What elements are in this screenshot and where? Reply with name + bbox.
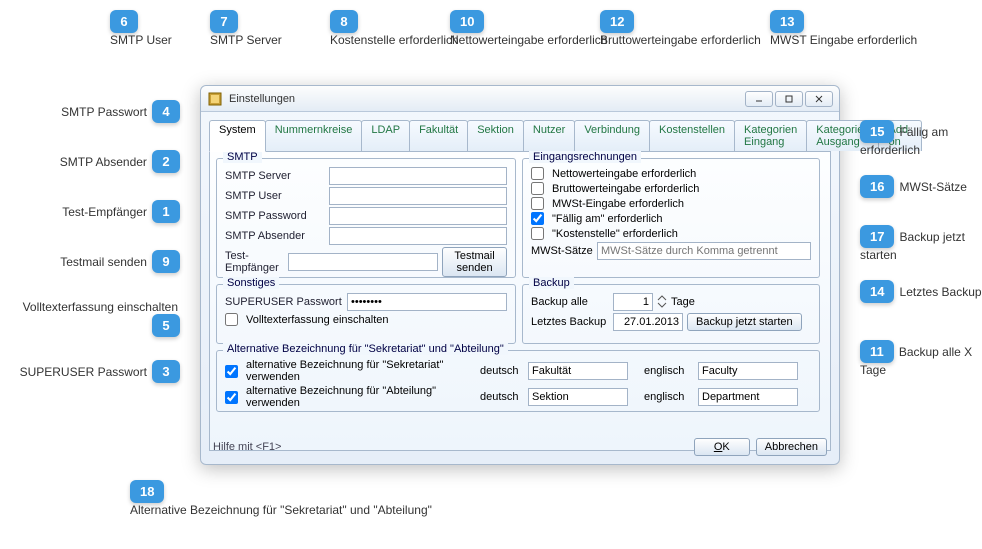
kostenstelle-label: "Kostenstelle" erforderlich — [552, 228, 678, 240]
englisch-label-1: englisch — [644, 365, 694, 377]
backup-alle-input[interactable] — [613, 293, 653, 311]
smtp-password-label: SMTP Password — [225, 210, 325, 222]
tab-strip: System Nummernkreise LDAP Fakultät Sekti… — [209, 120, 831, 151]
smtp-absender-input[interactable] — [329, 227, 507, 245]
tab-sektion[interactable]: Sektion — [467, 120, 524, 151]
faellig-label: "Fällig am" erforderlich — [552, 213, 663, 225]
callout-8: 8Kostenstelle erforderlich — [330, 10, 459, 47]
callout-3: SUPERUSER Passwort 3 — [10, 360, 180, 383]
smtp-absender-label: SMTP Absender — [225, 230, 325, 242]
alt-abt-en-input[interactable] — [698, 388, 798, 406]
group-sonstiges: Sonstiges SUPERUSER Passwort Volltexterf… — [216, 284, 516, 344]
volltext-checkbox[interactable] — [225, 313, 238, 326]
tab-kat-eingang[interactable]: Kategorien Eingang — [734, 120, 807, 151]
app-icon — [207, 91, 223, 107]
letztes-backup-label: Letztes Backup — [531, 316, 609, 328]
maximize-button[interactable] — [775, 91, 803, 107]
volltext-label: Volltexterfassung einschalten — [246, 314, 388, 326]
netto-checkbox[interactable] — [531, 167, 544, 180]
alt-sek-en-input[interactable] — [698, 362, 798, 380]
tab-system[interactable]: System — [209, 120, 266, 152]
alt-sek-label: alternative Bezeichnung für "Sekretariat… — [246, 359, 476, 383]
superuser-input[interactable] — [347, 293, 507, 311]
backup-tage-label: Tage — [671, 296, 695, 308]
callout-2: SMTP Absender 2 — [10, 150, 180, 173]
brutto-checkbox[interactable] — [531, 182, 544, 195]
callout-18: 18Alternative Bezeichnung für "Sekretari… — [130, 480, 432, 517]
callout-10: 10Nettowerteingabe erforderlich — [450, 10, 607, 47]
callout-4: SMTP Passwort 4 — [10, 100, 180, 123]
kostenstelle-checkbox[interactable] — [531, 227, 544, 240]
group-backup-legend: Backup — [529, 277, 574, 289]
superuser-label: SUPERUSER Passwort — [225, 296, 343, 308]
tab-ldap[interactable]: LDAP — [361, 120, 410, 151]
window-title: Einstellungen — [229, 93, 745, 105]
backup-start-button[interactable]: Backup jetzt starten — [687, 313, 802, 331]
help-hint: Hilfe mit <F1> — [213, 441, 688, 453]
test-empfaenger-input[interactable] — [288, 253, 438, 271]
mwst-saetze-input[interactable] — [597, 242, 811, 260]
tab-nutzer[interactable]: Nutzer — [523, 120, 575, 151]
callout-9: Testmail senden 9 — [10, 250, 180, 273]
tab-panel-system: SMTP SMTP Server SMTP User SMTP Password… — [209, 151, 831, 451]
alt-abt-de-input[interactable] — [528, 388, 628, 406]
mwst-label: MWSt-Eingabe erforderlich — [552, 198, 684, 210]
test-empfaenger-label: Test-Empfänger — [225, 250, 284, 274]
group-smtp: SMTP SMTP Server SMTP User SMTP Password… — [216, 158, 516, 278]
cancel-button[interactable]: Abbrechen — [756, 438, 827, 456]
spinner-icon[interactable] — [657, 295, 667, 309]
tab-nummernkreise[interactable]: Nummernkreise — [265, 120, 363, 151]
minimize-button[interactable] — [745, 91, 773, 107]
smtp-user-label: SMTP User — [225, 190, 325, 202]
callout-12: 12Bruttowerteingabe erforderlich — [600, 10, 761, 47]
tab-verbindung[interactable]: Verbindung — [574, 120, 650, 151]
callout-5: Volltexterfassung einschalten 5 — [10, 300, 180, 337]
alt-sek-checkbox[interactable] — [225, 365, 238, 378]
window-controls — [745, 91, 833, 107]
mwst-checkbox[interactable] — [531, 197, 544, 210]
smtp-server-input[interactable] — [329, 167, 507, 185]
callout-17: 17 Backup jetzt starten — [860, 225, 982, 262]
smtp-user-input[interactable] — [329, 187, 507, 205]
group-altbez: Alternative Bezeichnung für "Sekretariat… — [216, 350, 820, 412]
smtp-server-label: SMTP Server — [225, 170, 325, 182]
callout-14: 14 Letztes Backup — [860, 280, 982, 303]
alt-abt-checkbox[interactable] — [225, 391, 238, 404]
callout-13: 13MWST Eingabe erforderlich — [770, 10, 917, 47]
netto-label: Nettowerteingabe erforderlich — [552, 168, 696, 180]
letztes-backup-value — [613, 313, 683, 331]
group-smtp-legend: SMTP — [223, 151, 262, 163]
backup-alle-label: Backup alle — [531, 296, 609, 308]
alt-sek-de-input[interactable] — [528, 362, 628, 380]
titlebar: Einstellungen — [201, 86, 839, 112]
deutsch-label-1: deutsch — [480, 365, 524, 377]
group-altbez-legend: Alternative Bezeichnung für "Sekretariat… — [223, 343, 508, 355]
group-sonstiges-legend: Sonstiges — [223, 277, 279, 289]
testmail-button[interactable]: Testmail senden — [442, 247, 507, 277]
tab-kostenstellen[interactable]: Kostenstellen — [649, 120, 735, 151]
close-button[interactable] — [805, 91, 833, 107]
callout-6: 6SMTP User — [110, 10, 172, 47]
alt-abt-label: alternative Bezeichnung für "Abteilung" … — [246, 385, 476, 409]
englisch-label-2: englisch — [644, 391, 694, 403]
callout-15: 15 Fällig am erforderlich — [860, 120, 982, 157]
group-eingang: Eingangsrechnungen Nettowerteingabe erfo… — [522, 158, 820, 278]
deutsch-label-2: deutsch — [480, 391, 524, 403]
settings-window: Einstellungen System Nummernkreise LDAP … — [200, 85, 840, 465]
callout-11: 11 Backup alle X Tage — [860, 340, 982, 377]
callout-7: 7SMTP Server — [210, 10, 282, 47]
tab-fakultaet[interactable]: Fakultät — [409, 120, 468, 151]
faellig-checkbox[interactable] — [531, 212, 544, 225]
callout-1: Test-Empfänger 1 — [10, 200, 180, 223]
smtp-password-input[interactable] — [329, 207, 507, 225]
ok-button[interactable]: OK — [694, 438, 750, 456]
mwst-saetze-label: MWSt-Sätze — [531, 245, 593, 257]
dialog-footer: Hilfe mit <F1> OK Abbrechen — [213, 438, 827, 456]
group-eingang-legend: Eingangsrechnungen — [529, 151, 641, 163]
group-backup: Backup Backup alle Tage Letztes Backup B… — [522, 284, 820, 344]
brutto-label: Bruttowerteingabe erforderlich — [552, 183, 699, 195]
callout-16: 16 MWSt-Sätze — [860, 175, 967, 198]
